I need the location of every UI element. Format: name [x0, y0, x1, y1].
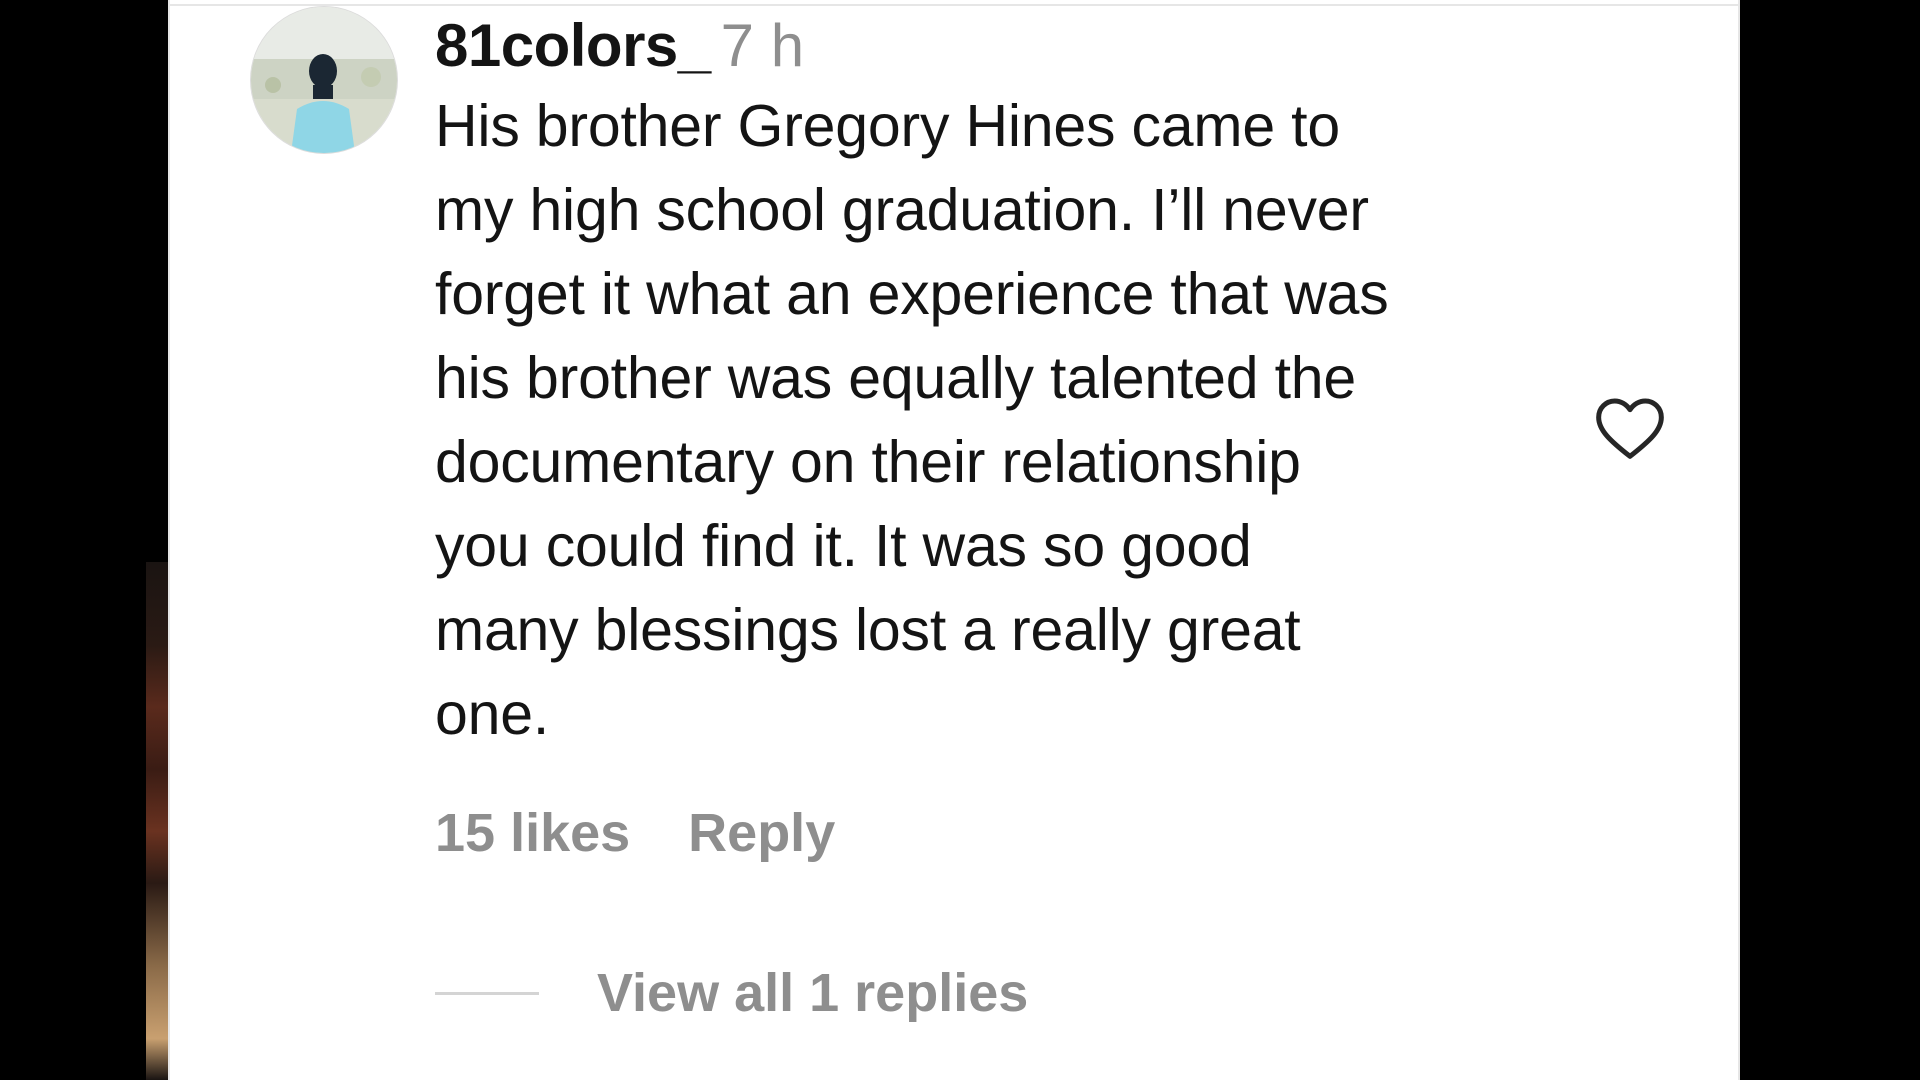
comment-text: His brother Gregory Hines came to my hig…: [435, 84, 1595, 756]
comment-header: 81colors_ 7 h: [435, 8, 1595, 84]
background-photo-edge: [146, 562, 168, 1080]
comment-line: his brother was equally talented the: [435, 345, 1356, 411]
reply-button[interactable]: Reply: [688, 803, 835, 863]
comment-actions: 15 likes Reply: [435, 802, 835, 864]
like-button[interactable]: [1590, 388, 1670, 468]
comment-timestamp[interactable]: 7 h: [721, 12, 804, 79]
comment-line: many blessings lost a really great: [435, 597, 1301, 663]
heart-outline-icon: [1596, 398, 1664, 459]
username[interactable]: 81colors_: [435, 12, 711, 79]
likes-count[interactable]: 15 likes: [435, 803, 630, 863]
replies-divider: [435, 991, 539, 995]
screenshot-stage: 81colors_ 7 h His brother Gregory Hines c…: [0, 0, 1920, 1080]
comment-line: you could find it. It was so good: [435, 513, 1252, 579]
view-replies-button[interactable]: View all 1 replies: [597, 962, 1028, 1024]
replies-row: View all 1 replies: [435, 958, 1028, 1028]
avatar[interactable]: [250, 6, 398, 154]
top-divider: [170, 4, 1738, 6]
comment-line: one.: [435, 681, 550, 747]
comment-line: His brother Gregory Hines came to: [435, 93, 1340, 159]
right-frame: [1740, 0, 1920, 1080]
comment-line: documentary on their relationship: [435, 429, 1301, 495]
comment: 81colors_ 7 h His brother Gregory Hines c…: [435, 8, 1595, 756]
comment-line: forget it what an experience that was: [435, 261, 1389, 327]
avatar-photo: [251, 7, 397, 153]
comment-panel: 81colors_ 7 h His brother Gregory Hines c…: [168, 0, 1740, 1080]
comment-line: my high school graduation. I’ll never: [435, 177, 1369, 243]
